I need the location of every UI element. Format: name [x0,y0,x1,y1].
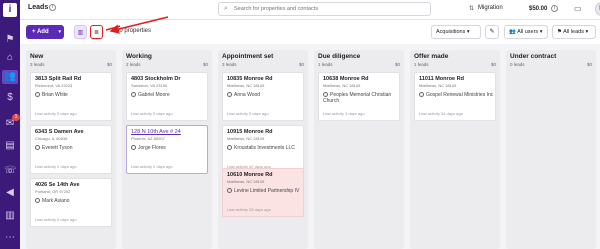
column-lead-count: 1 leads [318,62,333,67]
card-address: 10638 Monroe Rd [323,76,369,82]
person-icon [35,92,40,98]
card-owner: Mark Asiano [35,198,111,204]
card-owner-name: Anna Wood [234,92,261,98]
column-sum: $0 [106,62,112,67]
card-owner: Peoples Memorial Christian Church [323,92,399,104]
card-city: Matthews, NC 28105 [227,136,265,141]
card-city: Sandston, VA 23150 [131,83,168,88]
card-city: Matthews, NC 28105 [419,83,457,88]
lead-card[interactable]: 4026 Se 14th Ave Portland, OR 97202 Mark… [30,178,112,227]
column-offer-made: Offer made 1 leads $0 11011 Monroe Rd Matt… [410,50,500,249]
company-icon [227,145,232,151]
column-title: Appointment set [222,53,274,60]
column-working: Working 2 leads $0 4803 Stockholm Dr Sands… [122,50,212,249]
card-address: 4803 Stockholm Dr [131,76,181,82]
card-activity: Last activity 28 days ago [227,207,271,212]
card-activity: Last activity 0 days ago [35,217,77,222]
column-sum: $0 [586,62,592,67]
card-city: Richmond, VA 23223 [35,83,73,88]
card-city: Matthews, NC 28105 [323,83,361,88]
column-title: Offer made [414,53,449,60]
card-address-link[interactable]: 128 N 10th Ave # 24 [131,129,181,135]
card-owner: Anna Wood [227,92,303,98]
lead-card-overdue[interactable]: 10610 Monroe Rd Matthews, NC 28105 Levin… [222,168,304,217]
card-owner: Brian White [35,92,111,98]
column-sum: $0 [490,62,496,67]
card-owner: Kroustalis Investments LLC [227,145,303,151]
card-activity: Last activity 34 days ago [419,111,463,116]
card-activity: Last activity 0 days ago [227,111,269,116]
card-address: 10610 Monroe Rd [227,172,273,178]
card-owner-name: Gospel Renewal Ministries Inc [426,92,494,98]
card-address: 10915 Monroe Rd [227,129,273,135]
card-owner-name: Jorge Flores [138,145,166,151]
lead-card[interactable]: 11011 Monroe Rd Matthews, NC 28105 Gospe… [414,72,496,121]
lead-card[interactable]: 3813 Split Rail Rd Richmond, VA 23223 Br… [30,72,112,121]
card-address: 11011 Monroe Rd [419,76,464,82]
column-sum: $0 [202,62,208,67]
card-activity: Last activity 0 days ago [35,164,77,169]
card-owner-name: Brian White [42,92,68,98]
column-new: New 3 leads $0 3813 Split Rail Rd Richmond… [26,50,116,249]
person-icon [227,92,232,98]
card-address: 10835 Monroe Rd [227,76,273,82]
person-icon [131,145,136,151]
column-appointment-set: Appointment set 3 leads $0 10835 Monroe Rd… [218,50,308,249]
person-icon [131,92,136,98]
card-owner-name: Mark Asiano [42,198,70,204]
lead-card[interactable]: 6343 S Damen Ave Chicago, IL 60636 Evere… [30,125,112,174]
card-owner-name: Kroustalis Investments LLC [234,145,295,151]
card-city: Phoenix, AZ 85007 [131,136,165,141]
column-lead-count: 3 leads [30,62,45,67]
card-owner: Levine Limited Partnership IV [227,188,303,194]
lead-card[interactable]: 10835 Monroe Rd Matthews, NC 28105 Anna … [222,72,304,121]
lead-card[interactable]: 4803 Stockholm Dr Sandston, VA 23150 Gab… [126,72,208,121]
card-activity: Last activity 0 days ago [131,111,173,116]
column-sum: $0 [394,62,400,67]
card-city: Portland, OR 97202 [35,189,71,194]
card-address: 4026 Se 14th Ave [35,182,80,188]
card-owner: Jorge Flores [131,145,207,151]
company-icon [419,92,424,98]
card-city: Matthews, NC 28105 [227,179,265,184]
card-city: Matthews, NC 28105 [227,83,265,88]
column-title: New [30,53,44,60]
column-lead-count: 3 leads [222,62,237,67]
column-title: Working [126,53,152,60]
person-icon [35,198,40,204]
lead-card[interactable]: 10638 Monroe Rd Matthews, NC 28105 Peopl… [318,72,400,121]
card-owner: Gospel Renewal Ministries Inc [419,92,495,98]
card-owner: Everett Tyson [35,145,111,151]
person-icon [35,145,40,151]
company-icon [323,92,328,98]
column-lead-count: 1 leads [414,62,429,67]
card-activity: Last activity 0 days ago [131,164,173,169]
pipeline-board: New 3 leads $0 3813 Split Rail Rd Richmond… [20,44,600,249]
column-title: Under contract [510,53,557,60]
card-address: 6343 S Damen Ave [35,129,84,135]
card-city: Chicago, IL 60636 [35,136,68,141]
card-owner-name: Everett Tyson [42,145,73,151]
card-owner-name: Gabriel Moore [138,92,170,98]
company-icon [227,188,232,194]
column-sum: $0 [298,62,304,67]
card-activity: Last activity 4 days ago [323,111,365,116]
card-activity: Last activity 0 days ago [35,111,77,116]
card-address: 3813 Split Rail Rd [35,76,82,82]
card-owner: Gabriel Moore [131,92,207,98]
column-under-contract: Under contract 0 leads $0 [506,50,596,249]
lead-card[interactable]: 10915 Monroe Rd Matthews, NC 28105 Krous… [222,125,304,174]
card-owner-name: Levine Limited Partnership IV [234,188,300,194]
column-due-diligence: Due diligence 1 leads $0 10638 Monroe Rd M… [314,50,404,249]
column-title: Due diligence [318,53,361,60]
column-lead-count: 0 leads [510,62,525,67]
column-lead-count: 2 leads [126,62,141,67]
lead-card[interactable]: 128 N 10th Ave # 24 Phoenix, AZ 85007 Jo… [126,125,208,174]
card-owner-name: Peoples Memorial Christian Church [323,92,392,104]
